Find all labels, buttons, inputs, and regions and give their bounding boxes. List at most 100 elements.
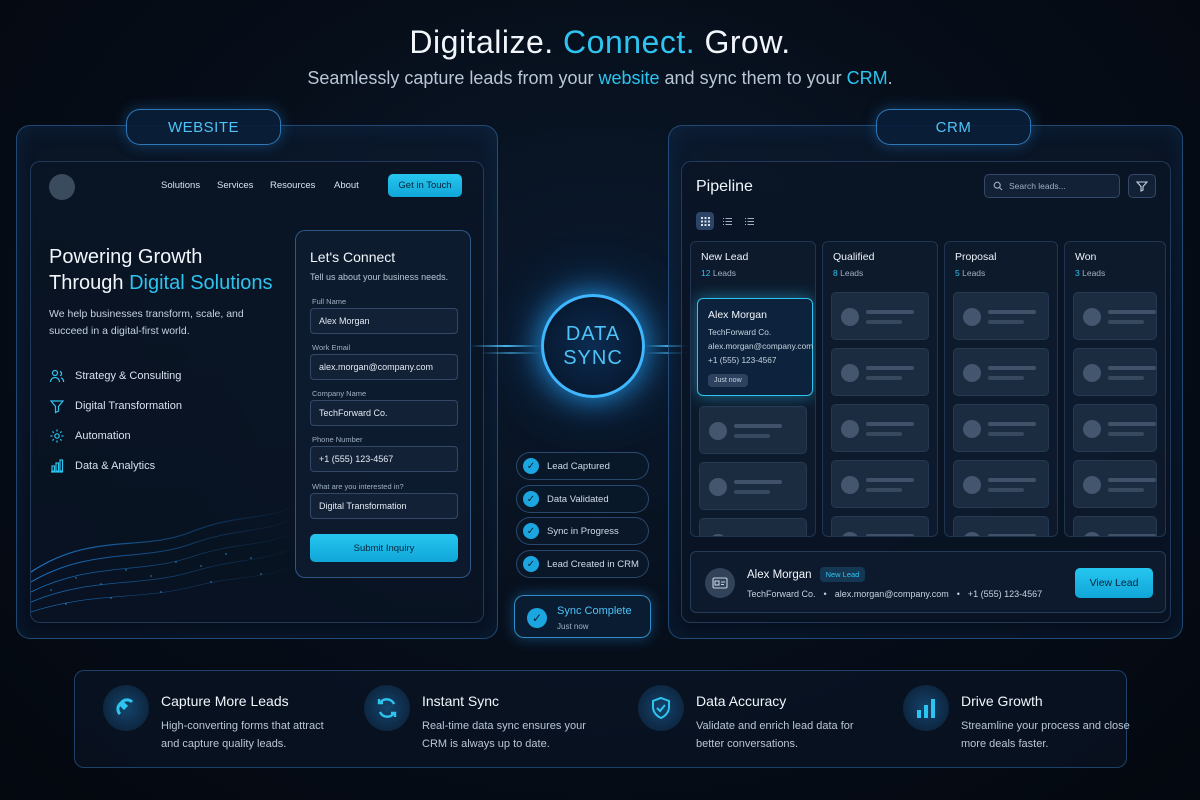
users-icon <box>49 369 65 383</box>
grid-icon <box>700 216 710 226</box>
column-count: 12 Leads <box>701 268 736 278</box>
magnet-icon <box>103 685 149 731</box>
column-count: 3 Leads <box>1075 268 1105 278</box>
placeholder-card <box>831 460 929 508</box>
form-title: Let's Connect <box>310 249 396 265</box>
site-heading-line1: Powering Growth <box>49 246 203 268</box>
column-count-suffix: Leads <box>962 268 986 278</box>
sync-complete-title: Sync Complete <box>557 605 632 617</box>
search-placeholder: Search leads... <box>1009 181 1066 191</box>
column-title: Proposal <box>955 251 997 263</box>
placeholder-card <box>953 292 1049 340</box>
column-count: 5 Leads <box>955 268 985 278</box>
crm-mockup: Pipeline Search leads... New Lead 12 Lea… <box>681 161 1171 623</box>
placeholder-card <box>953 516 1049 536</box>
benefit-capture-leads: Capture More Leads High-converting forms… <box>103 671 333 769</box>
work-email-field[interactable]: alex.morgan@company.com <box>310 354 458 380</box>
placeholder-card <box>1073 460 1157 508</box>
hero-title-connect: Connect. <box>563 24 696 60</box>
step-label: Lead Created in CRM <box>547 558 639 570</box>
column-count-number: 12 <box>701 268 711 278</box>
sync-beam-left-2 <box>480 352 542 354</box>
feature-strategy: Strategy & Consulting <box>49 368 181 384</box>
status-badge: New Lead <box>819 567 866 582</box>
filter-button[interactable] <box>1128 174 1156 198</box>
benefit-description: Validate and enrich lead data for better… <box>696 720 854 750</box>
grid-view-button[interactable] <box>696 212 714 230</box>
detail-separator: • <box>956 589 960 599</box>
step-data-validated: ✓ Data Validated <box>516 485 649 513</box>
funnel-icon <box>49 400 65 414</box>
nav-about[interactable]: About <box>334 180 359 191</box>
nav-solutions[interactable]: Solutions <box>161 180 200 191</box>
placeholder-card <box>831 348 929 396</box>
company-name-field[interactable]: TechForward Co. <box>310 400 458 426</box>
interest-label: What are you interested in? <box>312 482 404 491</box>
placeholder-card <box>699 406 807 454</box>
nav-services[interactable]: Services <box>217 180 253 191</box>
column-proposal: Proposal 5 Leads <box>944 241 1058 537</box>
get-in-touch-button[interactable]: Get in Touch <box>388 174 462 197</box>
website-mockup: Solutions Services Resources About Get i… <box>30 161 484 623</box>
sync-complete-time: Just now <box>557 622 589 631</box>
step-label: Lead Captured <box>547 460 610 472</box>
hero-title: Digitalize. Connect. Grow. <box>0 24 1200 61</box>
hero-sub-crm: CRM <box>846 68 888 88</box>
website-tag: WEBSITE <box>126 109 281 145</box>
gear-icon <box>50 429 64 443</box>
feature-label: Automation <box>75 430 131 442</box>
step-sync-in-progress: ✓ Sync in Progress <box>516 517 649 545</box>
benefit-data-accuracy: Data Accuracy Validate and enrich lead d… <box>638 671 868 769</box>
full-name-field[interactable]: Alex Morgan <box>310 308 458 334</box>
lead-card-time: Just now <box>708 374 748 387</box>
column-new-lead: New Lead 12 Leads Alex Morgan TechForwar… <box>690 241 816 537</box>
hero-subtitle: Seamlessly capture leads from your websi… <box>0 68 1200 89</box>
refresh-icon <box>364 685 410 731</box>
contact-form: Let's Connect Tell us about your busines… <box>295 230 471 578</box>
benefit-description: Real-time data sync ensures your CRM is … <box>422 720 586 750</box>
compact-view-button[interactable] <box>740 212 758 230</box>
work-email-label: Work Email <box>312 343 351 352</box>
column-count-suffix: Leads <box>840 268 864 278</box>
list-icon <box>744 217 754 225</box>
form-subtitle: Tell us about your business needs. <box>310 272 449 282</box>
filter-icon <box>1136 181 1148 192</box>
benefit-drive-growth: Drive Growth Streamline your process and… <box>903 671 1130 769</box>
placeholder-card <box>953 404 1049 452</box>
submit-inquiry-button[interactable]: Submit Inquiry <box>310 534 458 562</box>
placeholder-card <box>831 292 929 340</box>
interest-select[interactable]: Digital Transformation <box>310 493 458 519</box>
view-lead-button[interactable]: View Lead <box>1075 568 1153 598</box>
site-heading-highlight: Digital Solutions <box>129 272 273 294</box>
data-sync-line1: DATA <box>565 323 621 345</box>
crm-tag: CRM <box>876 109 1031 145</box>
placeholder-card <box>831 516 929 536</box>
company-name-label: Company Name <box>312 389 367 398</box>
hero-title-digitalize: Digitalize. <box>409 24 554 60</box>
feature-label: Digital Transformation <box>75 400 182 412</box>
placeholder-card <box>1073 404 1157 452</box>
lead-card-phone: +1 (555) 123-4567 <box>708 355 777 365</box>
lead-card-company: TechForward Co. <box>708 327 772 337</box>
check-icon: ✓ <box>523 491 539 507</box>
lead-card-email: alex.morgan@company.com <box>708 341 814 351</box>
site-description: We help businesses transform, scale, and… <box>49 308 244 337</box>
column-count: 8 Leads <box>833 268 863 278</box>
list-view-button[interactable] <box>718 212 736 230</box>
benefit-description: High-converting forms that attract and c… <box>161 720 324 750</box>
benefits-bar: Capture More Leads High-converting forms… <box>74 670 1130 769</box>
sync-complete-status: ✓ Sync Complete Just now <box>514 595 651 638</box>
search-input[interactable]: Search leads... <box>984 174 1120 198</box>
column-won: Won 3 Leads <box>1064 241 1166 537</box>
nav-resources[interactable]: Resources <box>270 180 315 191</box>
placeholder-card <box>953 348 1049 396</box>
phone-number-field[interactable]: +1 (555) 123-4567 <box>310 446 458 472</box>
full-name-label: Full Name <box>312 297 347 306</box>
benefit-description: Streamline your process and close more d… <box>961 720 1130 750</box>
placeholder-card <box>1073 348 1157 396</box>
lead-card-alex-morgan[interactable]: Alex Morgan TechForward Co. alex.morgan@… <box>697 298 813 396</box>
phone-number-label: Phone Number <box>312 435 363 444</box>
placeholder-card <box>1073 516 1157 536</box>
sync-beam-left <box>470 345 542 347</box>
data-sync-line2: SYNC <box>563 347 623 369</box>
